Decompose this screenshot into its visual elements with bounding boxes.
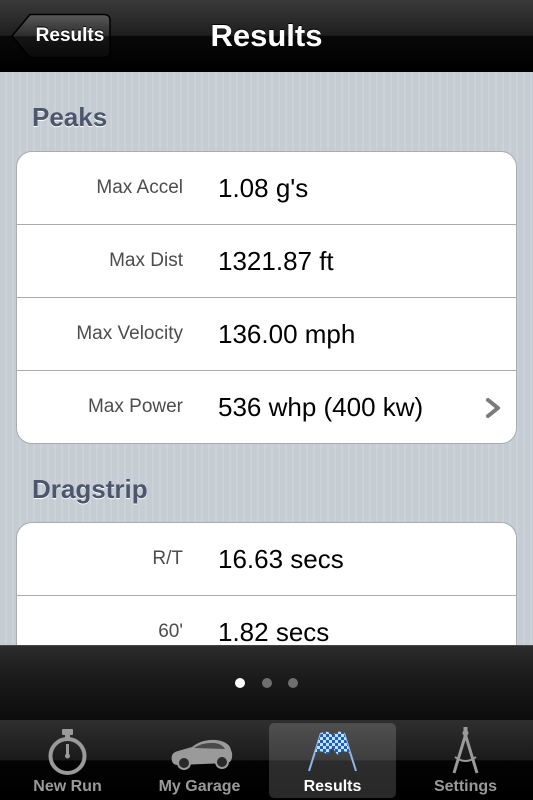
row-value: 1.08 g's — [218, 173, 309, 203]
tab-bar: New Run My Garage Results Settings — [0, 720, 533, 800]
tab-settings[interactable]: Settings — [402, 723, 529, 798]
row-60ft: 60' 1.82 secs — [17, 596, 516, 645]
row-value: 536 whp (400 kw) — [218, 392, 424, 422]
tab-my-garage[interactable]: My Garage — [136, 723, 263, 798]
row-label: Max Accel — [96, 177, 183, 198]
stopwatch-icon — [48, 729, 87, 775]
page-control[interactable] — [0, 645, 533, 720]
section-header-peaks: Peaks — [32, 102, 108, 132]
page-dot-3[interactable] — [288, 678, 298, 688]
tab-label: Results — [303, 778, 362, 795]
compass-icon — [452, 727, 479, 774]
page-dot-1[interactable] — [235, 678, 245, 688]
dragstrip-group: R/T 16.63 secs 60' 1.82 secs — [16, 522, 517, 645]
row-value: 136.00 mph — [218, 319, 356, 349]
row-max-power[interactable]: Max Power 536 whp (400 kw) — [17, 371, 516, 443]
car-icon — [171, 739, 233, 770]
tab-new-run[interactable]: New Run — [4, 723, 131, 798]
section-header-dragstrip: Dragstrip — [32, 474, 148, 504]
row-label: 60' — [158, 621, 183, 642]
row-label: Max Power — [87, 396, 183, 417]
page-dot-2[interactable] — [262, 678, 272, 688]
row-max-velocity: Max Velocity 136.00 mph — [17, 298, 516, 371]
tab-results[interactable]: Results — [269, 723, 396, 798]
tab-label: My Garage — [158, 778, 241, 795]
tab-label: New Run — [33, 778, 102, 795]
row-label: R/T — [152, 548, 183, 569]
navigation-bar: Results Results — [0, 0, 533, 72]
back-button-label: Results — [35, 25, 105, 46]
tab-label: Settings — [433, 778, 498, 795]
peaks-group: Max Accel 1.08 g's Max Dist 1321.87 ft M… — [16, 151, 517, 444]
row-reaction-time: R/T 16.63 secs — [17, 523, 516, 596]
app-screen: Results Results Peaks Max Accel 1.08 g's… — [0, 0, 533, 800]
row-max-accel: Max Accel 1.08 g's — [17, 152, 516, 225]
chevron-right-icon[interactable] — [484, 398, 502, 418]
back-button[interactable]: Results — [10, 12, 112, 60]
checkered-flags-icon — [308, 731, 357, 772]
row-value: 1321.87 ft — [218, 246, 334, 276]
row-value: 1.82 secs — [218, 617, 330, 645]
row-max-dist: Max Dist 1321.87 ft — [17, 225, 516, 298]
row-label: Max Velocity — [76, 323, 183, 344]
row-value: 16.63 secs — [218, 544, 344, 574]
results-content[interactable]: Peaks Max Accel 1.08 g's Max Dist 1321.8… — [0, 72, 533, 645]
row-label: Max Dist — [109, 250, 183, 271]
